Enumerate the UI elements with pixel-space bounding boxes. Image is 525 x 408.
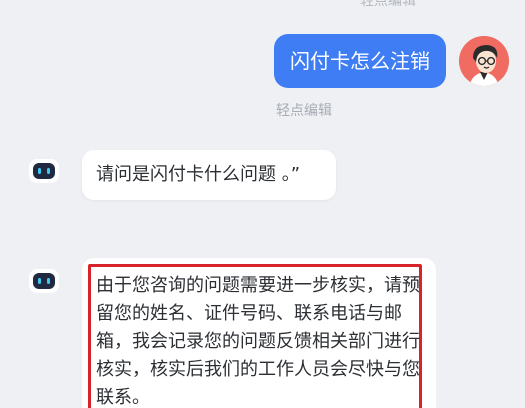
bot-message-bubble[interactable]: 请问是闪付卡什么问题 。” xyxy=(82,150,336,200)
edit-hint[interactable]: 轻点编辑 xyxy=(276,100,332,120)
top-edit-hint[interactable]: 轻点编辑 xyxy=(360,0,416,10)
robot-head-icon xyxy=(29,159,59,183)
bot-message-text: 由于您咨询的问题需要进一步核实，请预留您的姓名、证件号码、联系电话与邮箱，我会记… xyxy=(96,275,420,408)
bot-avatar xyxy=(28,266,60,296)
user-avatar xyxy=(459,36,509,86)
robot-head-icon xyxy=(29,269,59,293)
cartoon-person-avatar-icon xyxy=(459,36,509,86)
chat-screen: 轻点编辑 闪付卡怎么注销 轻点编辑 请问是闪付卡什么问题 。” 由于您咨询的问题… xyxy=(0,0,525,408)
bot-message-text: 请问是闪付卡什么问题 。” xyxy=(96,164,301,185)
bot-message-bubble[interactable]: 由于您咨询的问题需要进一步核实，请预留您的姓名、证件号码、联系电话与邮箱，我会记… xyxy=(82,258,436,408)
user-message-bubble[interactable]: 闪付卡怎么注销 xyxy=(274,34,446,88)
bot-avatar xyxy=(28,156,60,186)
user-message-text: 闪付卡怎么注销 xyxy=(290,49,430,73)
